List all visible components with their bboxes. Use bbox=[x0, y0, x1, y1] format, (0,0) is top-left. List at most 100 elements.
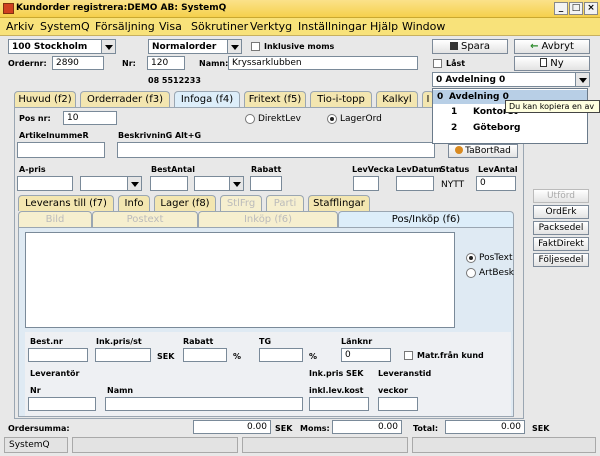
levdatum-field[interactable] bbox=[396, 176, 434, 191]
pos-label: Pos nr: bbox=[19, 114, 51, 123]
matr-checkbox[interactable] bbox=[404, 351, 413, 360]
direktlev-label: DirektLev bbox=[258, 114, 301, 124]
lanknr-field[interactable]: 0 bbox=[341, 348, 391, 362]
menu-hjalp[interactable]: Hjälp bbox=[370, 20, 398, 33]
subtab-bild: Bild bbox=[18, 211, 92, 227]
orderk-button[interactable]: OrdErk bbox=[533, 205, 589, 219]
nr-label: Nr: bbox=[122, 59, 136, 68]
cancel-button[interactable]: ← Avbryt bbox=[514, 39, 590, 54]
menu-bar: Arkiv SystemQ Försäljning Visa Sökrutine… bbox=[0, 18, 600, 36]
inclusive-vat-checkbox[interactable] bbox=[251, 42, 260, 51]
department-combo[interactable]: 0 Avdelning 0 bbox=[432, 72, 590, 87]
window-title: Kundorder registrera:DEMO AB: SystemQ bbox=[16, 3, 227, 13]
subtab-pos-inkop[interactable]: Pos/Inköp (f6) bbox=[338, 211, 514, 227]
cancel-button-label: Avbryt bbox=[541, 41, 574, 52]
new-document-icon bbox=[540, 58, 548, 67]
lagerord-radio[interactable] bbox=[327, 114, 337, 124]
matr-label: Matr.från kund bbox=[417, 351, 484, 360]
beskrivning-field[interactable] bbox=[117, 142, 435, 158]
ordernr-label: Ordernr: bbox=[8, 59, 47, 68]
inkpris-sek: SEK bbox=[157, 352, 175, 361]
direktlev-radio[interactable] bbox=[245, 114, 255, 124]
menu-installningar[interactable]: Inställningar bbox=[298, 20, 366, 33]
levvecka-field[interactable] bbox=[353, 176, 379, 191]
menu-sokrutiner[interactable]: Sökrutiner bbox=[191, 20, 248, 33]
artbesk-radio[interactable] bbox=[466, 268, 476, 278]
chevron-down-icon[interactable] bbox=[101, 40, 115, 53]
postext-textarea[interactable] bbox=[25, 232, 455, 328]
menu-forsaljning[interactable]: Försäljning bbox=[95, 20, 155, 33]
menu-verktyg[interactable]: Verktyg bbox=[250, 20, 292, 33]
total-sek: SEK bbox=[532, 424, 550, 433]
faktdirekt-button[interactable]: FaktDirekt bbox=[533, 237, 589, 251]
subtab-info[interactable]: Info bbox=[118, 195, 150, 211]
ordernr-field[interactable]: 2890 bbox=[52, 56, 104, 70]
menu-systemq[interactable]: SystemQ bbox=[40, 20, 90, 33]
apris-field[interactable] bbox=[17, 176, 73, 191]
phone-text: 08 5512233 bbox=[148, 76, 201, 85]
maximize-button[interactable]: □ bbox=[569, 2, 583, 15]
new-button[interactable]: Ny bbox=[514, 56, 590, 71]
status-label: Status bbox=[440, 165, 470, 174]
pos-field[interactable]: 10 bbox=[63, 111, 117, 125]
inkpris-field[interactable] bbox=[95, 348, 151, 362]
tg-pct: % bbox=[309, 352, 318, 361]
bestantal-unit-combo[interactable] bbox=[194, 176, 244, 191]
tg-field bbox=[259, 348, 303, 362]
menu-visa[interactable]: Visa bbox=[159, 20, 182, 33]
subtab-stafflingar[interactable]: Stafflingar bbox=[308, 195, 370, 211]
apris-unit-combo[interactable] bbox=[80, 176, 142, 191]
customer-nr-field[interactable]: 120 bbox=[147, 56, 185, 70]
total-label: Total: bbox=[413, 424, 439, 433]
chevron-down-icon[interactable] bbox=[127, 177, 141, 190]
packsedel-button[interactable]: Packsedel bbox=[533, 221, 589, 235]
foljesedel-button[interactable]: Följesedel bbox=[533, 253, 589, 267]
order-type-combo[interactable]: Normalorder bbox=[148, 39, 242, 54]
pi-rabatt-field[interactable] bbox=[183, 348, 227, 362]
levantal-field[interactable]: 0 bbox=[476, 176, 516, 191]
store-combo[interactable]: 100 Stockholm bbox=[8, 39, 116, 54]
beskrivning-label: BeskrivninG Alt+G bbox=[118, 131, 202, 140]
close-button[interactable]: × bbox=[584, 2, 598, 15]
rabatt-field[interactable] bbox=[250, 176, 282, 191]
subtab-postext: Postext bbox=[92, 211, 198, 227]
title-bar: Kundorder registrera:DEMO AB: SystemQ _ … bbox=[0, 0, 600, 18]
subtab-lager[interactable]: Lager (f8) bbox=[154, 195, 216, 211]
tab-orderrader[interactable]: Orderrader (f3) bbox=[80, 91, 170, 107]
department-option-2-label: Göteborg bbox=[473, 123, 521, 133]
tab-kalkyl[interactable]: Kalkyl bbox=[376, 91, 418, 107]
leveranstid-label: Leveranstid bbox=[378, 369, 432, 378]
postext-radio[interactable] bbox=[466, 253, 476, 263]
menu-window[interactable]: Window bbox=[402, 20, 445, 33]
chevron-down-icon[interactable] bbox=[227, 40, 241, 53]
minimize-button[interactable]: _ bbox=[554, 2, 568, 15]
chevron-down-icon[interactable] bbox=[575, 73, 589, 86]
save-button-label: Spara bbox=[460, 41, 491, 52]
menu-arkiv[interactable]: Arkiv bbox=[6, 20, 34, 33]
rabatt-label: Rabatt bbox=[251, 165, 282, 174]
status-cell-4 bbox=[412, 437, 596, 453]
locked-checkbox[interactable] bbox=[433, 59, 442, 68]
bestnr-field[interactable] bbox=[28, 348, 88, 362]
levvecka-label: LevVecka bbox=[352, 165, 395, 174]
save-button[interactable]: Spara bbox=[432, 39, 508, 54]
bestantal-field[interactable] bbox=[150, 176, 188, 191]
department-option-2-code: 2 bbox=[451, 123, 458, 133]
tab-huvud[interactable]: Huvud (f2) bbox=[14, 91, 76, 107]
bestnr-label: Best.nr bbox=[30, 337, 63, 346]
moms-label: Moms: bbox=[300, 424, 330, 433]
tab-fritext[interactable]: Fritext (f5) bbox=[244, 91, 306, 107]
status-value: NYTT bbox=[441, 180, 465, 190]
customer-name-field[interactable]: Kryssarklubben bbox=[228, 56, 418, 70]
tab-tio-i-topp[interactable]: Tio-i-topp bbox=[310, 91, 372, 107]
name-label: Namn: bbox=[199, 59, 229, 68]
postext-label: PosText bbox=[479, 253, 513, 263]
chevron-down-icon[interactable] bbox=[229, 177, 243, 190]
artikelnr-field[interactable] bbox=[17, 142, 105, 158]
ordersumma-field: 0.00 bbox=[193, 420, 271, 434]
taborad-button[interactable]: TaBortRad bbox=[448, 144, 518, 158]
department-option-0-code: 0 bbox=[437, 92, 444, 102]
tab-infoga[interactable]: Infoga (f4) bbox=[174, 91, 240, 107]
subtab-leverans-till[interactable]: Leverans till (f7) bbox=[18, 195, 114, 211]
department-option-1-code: 1 bbox=[451, 107, 458, 117]
